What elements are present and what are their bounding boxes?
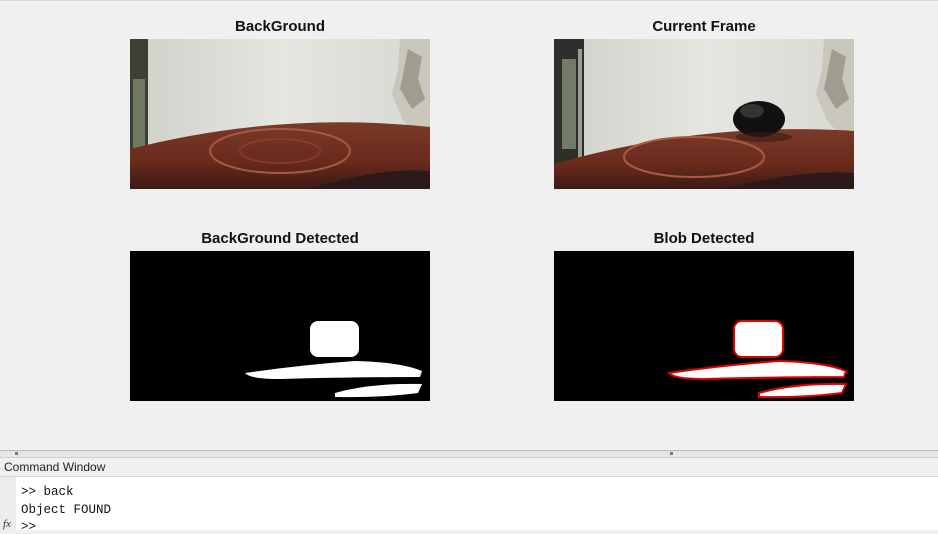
- panel-title-background-detected: BackGround Detected: [201, 230, 359, 247]
- panel-title-background: BackGround: [234, 18, 325, 35]
- fx-icon[interactable]: fx: [3, 518, 11, 530]
- panel-title-blob-detected: Blob Detected: [653, 230, 755, 247]
- panel-title-current-frame: Current Frame: [652, 18, 756, 35]
- command-output: Object FOUND: [21, 503, 112, 517]
- fx-gutter: fx: [0, 477, 16, 530]
- figure-window: BackGround Current Frame BackGround Dete…: [0, 0, 938, 451]
- command-window-header[interactable]: Command Window: [0, 458, 938, 477]
- command-prompt[interactable]: >>: [21, 520, 36, 534]
- background-detected-image: [130, 251, 430, 401]
- current-frame-image: [554, 39, 854, 189]
- command-window-title: Command Window: [4, 460, 106, 474]
- blob-detected-image: [554, 251, 854, 401]
- splitter-grip-icon: [15, 452, 18, 455]
- background-image: [130, 39, 430, 189]
- command-line: >> back: [21, 485, 74, 499]
- splitter-grip-icon: [670, 452, 673, 455]
- command-window[interactable]: fx >> back Object FOUND >>: [0, 477, 938, 534]
- panel-splitter[interactable]: [0, 450, 938, 458]
